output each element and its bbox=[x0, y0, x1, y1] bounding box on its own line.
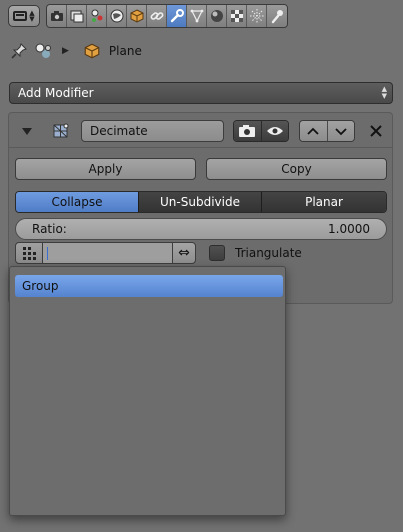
mode-planar-button[interactable]: Planar bbox=[261, 192, 386, 212]
scene-objects-icon bbox=[35, 43, 51, 58]
add-modifier-label: Add Modifier bbox=[18, 86, 94, 100]
tab-particles[interactable] bbox=[247, 5, 267, 27]
tab-constraints[interactable] bbox=[147, 5, 167, 27]
render-toggle-button[interactable] bbox=[234, 121, 261, 141]
scene-icon bbox=[91, 9, 102, 22]
render-layers-icon bbox=[70, 10, 83, 23]
context-tabs bbox=[46, 4, 288, 28]
chevron-right-icon: ▶ bbox=[62, 46, 69, 56]
mode-collapse-button[interactable]: Collapse bbox=[16, 192, 138, 212]
dropdown-item-group[interactable]: Group bbox=[15, 275, 283, 297]
wrench-icon bbox=[170, 9, 184, 23]
invert-vertex-group-button[interactable]: ⇔ bbox=[172, 242, 196, 264]
tab-modifiers[interactable] bbox=[167, 5, 187, 27]
triangulate-checkbox[interactable] bbox=[209, 245, 225, 261]
properties-editor-icon bbox=[13, 11, 28, 21]
object-cube-icon bbox=[130, 9, 143, 23]
render-camera-icon bbox=[50, 11, 63, 21]
camera-icon bbox=[239, 125, 256, 137]
particles-icon bbox=[249, 9, 264, 23]
object-name-label: Plane bbox=[108, 44, 142, 58]
text-cursor bbox=[47, 247, 48, 260]
editor-type-button[interactable]: ▲ ▼ bbox=[8, 5, 40, 27]
move-up-button[interactable] bbox=[300, 121, 327, 141]
mesh-data-icon bbox=[190, 9, 203, 23]
apply-button[interactable]: Apply bbox=[15, 158, 196, 180]
move-buttons bbox=[299, 120, 355, 142]
tab-texture[interactable] bbox=[227, 5, 247, 27]
up-down-arrows-icon: ▲ ▼ bbox=[29, 9, 35, 23]
visibility-toggles bbox=[233, 120, 289, 142]
collapse-toggle[interactable] bbox=[20, 124, 34, 138]
vertex-group-icon-button[interactable] bbox=[15, 242, 43, 264]
eye-icon bbox=[266, 127, 283, 135]
tab-material[interactable] bbox=[207, 5, 227, 27]
world-icon bbox=[110, 9, 123, 23]
triangle-down-icon bbox=[22, 127, 32, 135]
breadcrumb: ▶ Plane bbox=[10, 40, 142, 62]
vertex-group-icon bbox=[23, 247, 36, 260]
decimate-modifier-icon bbox=[53, 123, 69, 138]
mode-unsubdivide-button[interactable]: Un-Subdivide bbox=[138, 192, 261, 212]
ratio-value: 1.0000 bbox=[328, 222, 370, 236]
chevron-down-icon bbox=[335, 127, 347, 135]
viewport-toggle-button[interactable] bbox=[260, 121, 288, 141]
chevron-up-icon bbox=[307, 127, 319, 135]
tab-data[interactable] bbox=[187, 5, 207, 27]
constraints-link-icon bbox=[150, 12, 163, 20]
vertex-group-dropdown: Group bbox=[9, 266, 286, 516]
modifier-name-field[interactable]: Decimate bbox=[81, 120, 224, 142]
tab-render-layers[interactable] bbox=[67, 5, 87, 27]
close-icon bbox=[370, 125, 382, 137]
object-cube-icon bbox=[84, 43, 100, 59]
tab-physics[interactable] bbox=[267, 5, 287, 27]
tab-world[interactable] bbox=[107, 5, 127, 27]
double-arrow-icon: ⇔ bbox=[178, 245, 190, 261]
texture-checker-icon bbox=[230, 10, 243, 22]
triangulate-label: Triangulate bbox=[235, 246, 302, 260]
add-modifier-dropdown[interactable]: Add Modifier ▲ ▼ bbox=[9, 82, 393, 104]
copy-button[interactable]: Copy bbox=[206, 158, 387, 180]
tab-scene[interactable] bbox=[87, 5, 107, 27]
vertex-group-input[interactable] bbox=[43, 242, 172, 264]
tab-object[interactable] bbox=[127, 5, 147, 27]
pin-icon[interactable] bbox=[10, 42, 28, 60]
decimate-mode-selector: Collapse Un-Subdivide Planar bbox=[15, 191, 387, 213]
material-sphere-icon bbox=[210, 10, 223, 22]
remove-modifier-button[interactable] bbox=[366, 120, 386, 142]
divider bbox=[8, 147, 393, 148]
tab-render[interactable] bbox=[47, 5, 67, 27]
ratio-label: Ratio: bbox=[32, 222, 67, 236]
ratio-slider[interactable]: Ratio: 1.0000 bbox=[15, 218, 387, 240]
up-down-arrows-icon: ▲ ▼ bbox=[381, 85, 387, 100]
move-down-button[interactable] bbox=[326, 121, 354, 141]
physics-icon bbox=[271, 10, 283, 24]
